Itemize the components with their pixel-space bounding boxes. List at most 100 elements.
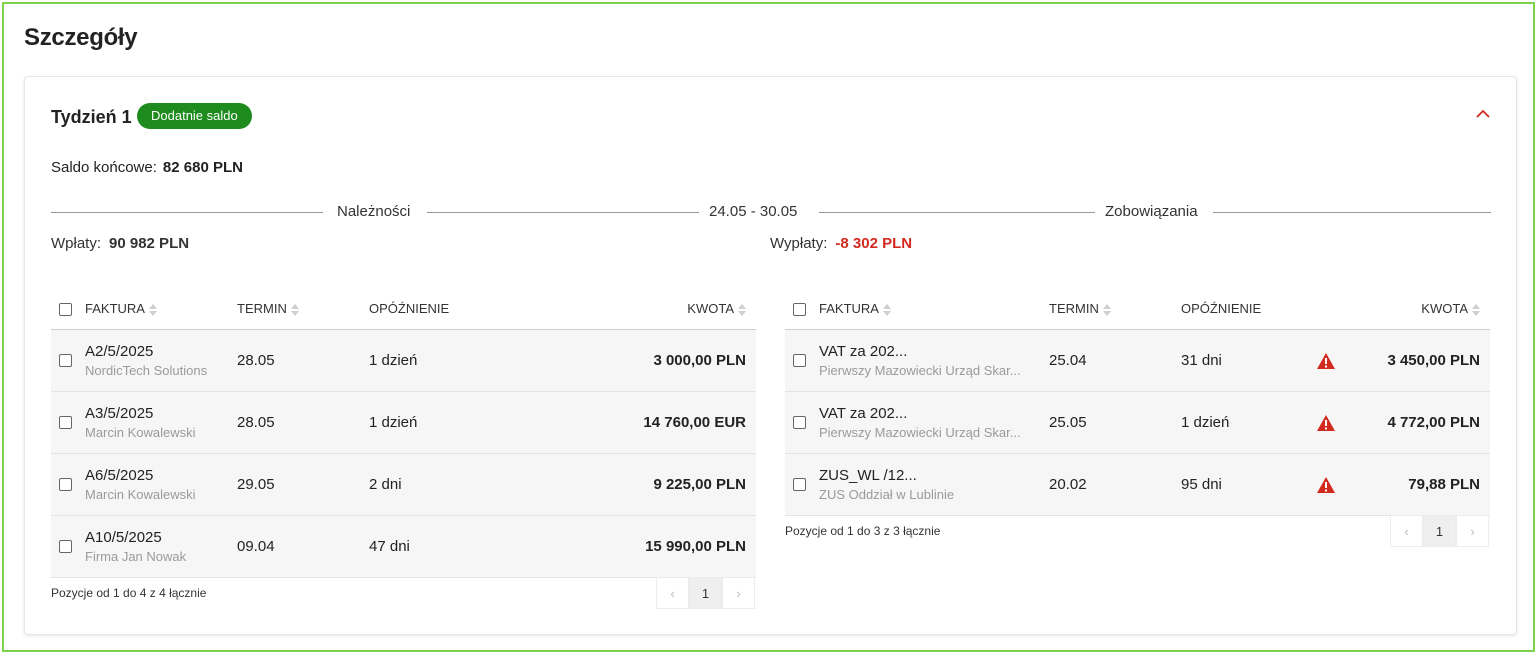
- page-button[interactable]: 1: [689, 577, 722, 609]
- invoice-number[interactable]: VAT za 202...: [819, 405, 1049, 422]
- due-date: 09.04: [237, 515, 369, 578]
- final-balance-label: Saldo końcowe:: [51, 159, 157, 176]
- table-row[interactable]: VAT za 202... Pierwszy Mazowiecki Urząd S…: [785, 329, 1490, 392]
- table-row[interactable]: ZUS_WL /12... ZUS Oddział w Lublinie 20.0…: [785, 453, 1490, 516]
- counterparty: Marcin Kowalewski: [85, 424, 196, 440]
- receivables-pagination: ‹ 1 ›: [656, 577, 755, 609]
- due-date: 25.04: [1049, 329, 1181, 392]
- sort-icon: [1472, 303, 1480, 316]
- amount: 3 000,00 PLN: [549, 329, 756, 392]
- counterparty: ZUS Oddział w Lublinie: [819, 486, 955, 502]
- column-header-delay: OPÓŹNIENIE: [369, 289, 549, 330]
- delay: 1 dzień: [369, 391, 549, 454]
- amount: 4 772,00 PLN: [1357, 391, 1490, 454]
- table-row[interactable]: A6/5/2025 Marcin Kowalewski 29.05 2 dni 9…: [51, 453, 756, 516]
- receivables-table: FAKTURA TERMIN OPÓŹNIENIE KWOTA A2/5/202…: [51, 289, 756, 578]
- next-page-button[interactable]: ›: [1456, 515, 1489, 547]
- row-checkbox[interactable]: [793, 354, 806, 368]
- row-checkbox[interactable]: [59, 478, 72, 492]
- due-date: 28.05: [237, 391, 369, 454]
- row-checkbox[interactable]: [59, 416, 72, 430]
- receivables-heading: Należności: [337, 203, 411, 220]
- outflow-label: Wypłaty:: [770, 235, 828, 252]
- page-frame: Szczegóły Tydzień 1 Dodatnie saldo Saldo…: [2, 2, 1535, 652]
- table-row[interactable]: A3/5/2025 Marcin Kowalewski 28.05 1 dzień…: [51, 391, 756, 454]
- row-checkbox[interactable]: [793, 416, 806, 430]
- column-header-delay: OPÓŹNIENIE: [1181, 289, 1317, 330]
- outflow-summary: Wypłaty: -8 302 PLN: [770, 235, 912, 252]
- liabilities-pagination-info: Pozycje od 1 do 3 z 3 łącznie: [785, 524, 941, 538]
- week-title: Tydzień 1: [51, 107, 132, 127]
- warning-icon: [1317, 476, 1335, 493]
- outflow-value: -8 302 PLN: [835, 235, 913, 252]
- collapse-button[interactable]: [1474, 105, 1492, 123]
- due-date: 29.05: [237, 453, 369, 516]
- status-badge: Dodatnie saldo: [137, 103, 252, 129]
- counterparty: Pierwszy Mazowiecki Urząd Skar...: [819, 424, 1021, 440]
- delay: 47 dni: [369, 515, 549, 578]
- final-balance-value: 82 680 PLN: [162, 159, 243, 176]
- date-range: 24.05 - 30.05: [709, 203, 798, 220]
- column-header-amount[interactable]: KWOTA: [1357, 289, 1490, 330]
- delay: 1 dzień: [1181, 391, 1317, 454]
- due-date: 25.05: [1049, 391, 1181, 454]
- liabilities-pagination: ‹ 1 ›: [1390, 515, 1489, 547]
- column-header-invoice[interactable]: FAKTURA: [819, 289, 1049, 330]
- counterparty: NordicTech Solutions: [85, 362, 208, 378]
- table-row[interactable]: A2/5/2025 NordicTech Solutions 28.05 1 dz…: [51, 329, 756, 392]
- sort-icon: [290, 303, 299, 316]
- sort-icon: [738, 303, 746, 316]
- select-all-checkbox[interactable]: [793, 303, 806, 317]
- sort-icon: [148, 303, 157, 316]
- invoice-number[interactable]: A3/5/2025: [85, 405, 237, 422]
- liabilities-heading: Zobowiązania: [1105, 203, 1198, 220]
- receivables-pagination-info: Pozycje od 1 do 4 z 4 łącznie: [51, 586, 207, 600]
- liabilities-table: FAKTURA TERMIN OPÓŹNIENIE KWOTA VAT za 2…: [785, 289, 1490, 516]
- counterparty: Marcin Kowalewski: [85, 486, 196, 502]
- page-button[interactable]: 1: [1423, 515, 1456, 547]
- next-page-button[interactable]: ›: [722, 577, 755, 609]
- warning-icon: [1317, 352, 1335, 369]
- sort-icon: [1102, 303, 1111, 316]
- invoice-number[interactable]: A10/5/2025: [85, 529, 237, 546]
- inflow-summary: Wpłaty: 90 982 PLN: [51, 235, 189, 252]
- amount: 15 990,00 PLN: [549, 515, 756, 578]
- column-header-due[interactable]: TERMIN: [237, 289, 369, 330]
- inflow-value: 90 982 PLN: [109, 235, 190, 252]
- week-card: Tydzień 1 Dodatnie saldo Saldo końcowe: 8…: [24, 76, 1517, 635]
- final-balance: Saldo końcowe: 82 680 PLN: [51, 159, 243, 176]
- prev-page-button[interactable]: ‹: [1390, 515, 1423, 547]
- row-checkbox[interactable]: [59, 540, 72, 554]
- amount: 14 760,00 EUR: [549, 391, 756, 454]
- select-all-checkbox[interactable]: [59, 303, 72, 317]
- invoice-number[interactable]: VAT za 202...: [819, 343, 1049, 360]
- column-header-invoice[interactable]: FAKTURA: [85, 289, 237, 330]
- prev-page-button[interactable]: ‹: [656, 577, 689, 609]
- invoice-number[interactable]: A6/5/2025: [85, 467, 237, 484]
- sort-icon: [882, 303, 891, 316]
- delay: 1 dzień: [369, 329, 549, 392]
- inflow-label: Wpłaty:: [51, 235, 102, 252]
- section-divider: Należności 24.05 - 30.05 Zobowiązania: [51, 203, 1491, 223]
- column-header-amount[interactable]: KWOTA: [549, 289, 756, 330]
- due-date: 28.05: [237, 329, 369, 392]
- counterparty: Pierwszy Mazowiecki Urząd Skar...: [819, 362, 1021, 378]
- amount: 79,88 PLN: [1357, 453, 1490, 516]
- table-row[interactable]: VAT za 202... Pierwszy Mazowiecki Urząd S…: [785, 391, 1490, 454]
- row-checkbox[interactable]: [793, 478, 806, 492]
- warning-icon: [1317, 414, 1335, 431]
- column-header-due[interactable]: TERMIN: [1049, 289, 1181, 330]
- invoice-number[interactable]: A2/5/2025: [85, 343, 237, 360]
- amount: 3 450,00 PLN: [1357, 329, 1490, 392]
- delay: 2 dni: [369, 453, 549, 516]
- due-date: 20.02: [1049, 453, 1181, 516]
- chevron-up-icon: [1476, 109, 1490, 118]
- page-title: Szczegóły: [24, 24, 138, 51]
- counterparty: Firma Jan Nowak: [85, 548, 187, 564]
- delay: 31 dni: [1181, 329, 1317, 392]
- amount: 9 225,00 PLN: [549, 453, 756, 516]
- row-checkbox[interactable]: [59, 354, 72, 368]
- delay: 95 dni: [1181, 453, 1317, 516]
- invoice-number[interactable]: ZUS_WL /12...: [819, 467, 1049, 484]
- table-row[interactable]: A10/5/2025 Firma Jan Nowak 09.04 47 dni 1…: [51, 515, 756, 578]
